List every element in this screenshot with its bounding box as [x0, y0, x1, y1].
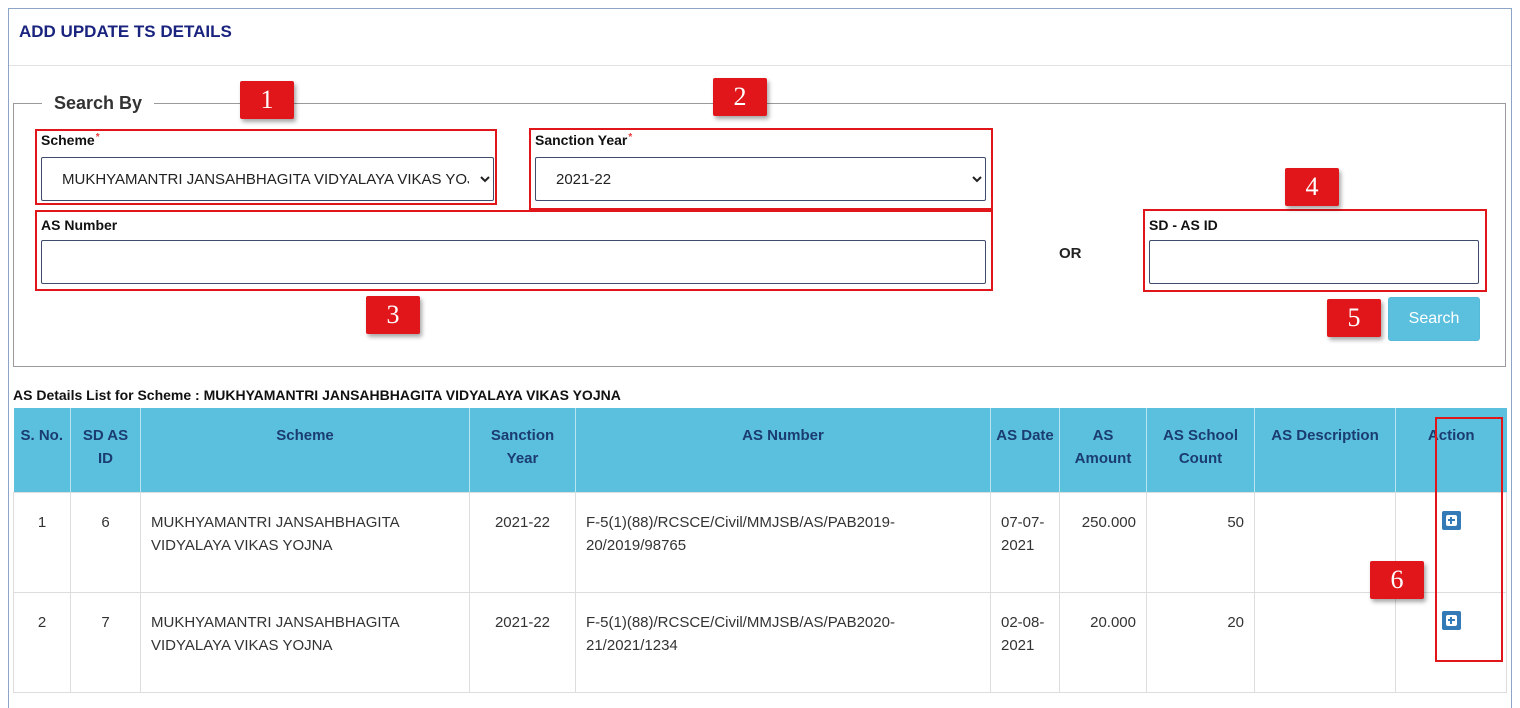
column-header-sanction-year: Sanction Year — [469, 408, 576, 492]
or-separator: OR — [1059, 245, 1082, 262]
title-divider — [9, 65, 1511, 66]
search-button[interactable]: Search — [1388, 297, 1480, 341]
column-header-as-description: AS Description — [1254, 408, 1396, 492]
table-header-row: S. No. SD AS ID Scheme Sanction Year AS … — [13, 408, 1507, 492]
cell-as-school-count: 50 — [1146, 491, 1255, 593]
cell-sd-as-id: 7 — [70, 591, 141, 693]
cell-as-amount: 20.000 — [1059, 591, 1147, 693]
cell-scheme: MUKHYAMANTRI JANSAHBHAGITA VIDYALAYA VIK… — [140, 491, 470, 593]
annotation-marker-2: 2 — [713, 78, 767, 116]
annotation-box-sd-as-id — [1143, 209, 1487, 292]
annotation-box-sanction-year — [529, 128, 993, 210]
list-title: AS Details List for Scheme : MUKHYAMANTR… — [13, 387, 621, 403]
annotation-marker-6: 6 — [1370, 561, 1424, 599]
annotation-box-as-number — [35, 210, 993, 291]
cell-sd-as-id: 6 — [70, 491, 141, 593]
column-header-as-date: AS Date — [990, 408, 1060, 492]
search-by-legend: Search By — [54, 93, 143, 113]
cell-as-description — [1254, 591, 1396, 693]
column-header-sd-as-id: SD AS ID — [70, 408, 141, 492]
cell-as-number: F-5(1)(88)/RCSCE/Civil/MMJSB/AS/PAB2020-… — [575, 591, 991, 693]
cell-as-school-count: 20 — [1146, 591, 1255, 693]
column-header-scheme: Scheme — [140, 408, 470, 492]
column-header-as-number: AS Number — [575, 408, 991, 492]
annotation-box-action — [1435, 417, 1503, 662]
annotation-marker-5: 5 — [1327, 299, 1381, 337]
annotation-marker-1: 1 — [240, 81, 294, 119]
cell-sno: 2 — [13, 591, 71, 693]
cell-as-date: 02-08-2021 — [990, 591, 1060, 693]
cell-scheme: MUKHYAMANTRI JANSAHBHAGITA VIDYALAYA VIK… — [140, 591, 470, 693]
cell-as-number: F-5(1)(88)/RCSCE/Civil/MMJSB/AS/PAB2019-… — [575, 491, 991, 593]
column-header-as-amount: AS Amount — [1059, 408, 1147, 492]
as-details-table: S. No. SD AS ID Scheme Sanction Year AS … — [13, 408, 1507, 693]
column-header-sno: S. No. — [13, 408, 71, 492]
cell-sanction-year: 2021-22 — [469, 491, 576, 593]
cell-sanction-year: 2021-22 — [469, 591, 576, 693]
annotation-box-scheme — [35, 129, 497, 205]
cell-as-date: 07-07-2021 — [990, 491, 1060, 593]
annotation-marker-3: 3 — [366, 296, 420, 334]
annotation-marker-4: 4 — [1285, 168, 1339, 206]
table-row: 2 7 MUKHYAMANTRI JANSAHBHAGITA VIDYALAYA… — [13, 591, 1507, 693]
table-row: 1 6 MUKHYAMANTRI JANSAHBHAGITA VIDYALAYA… — [13, 491, 1507, 593]
page-title: ADD UPDATE TS DETAILS — [19, 22, 232, 41]
cell-as-amount: 250.000 — [1059, 491, 1147, 593]
column-header-as-school-count: AS School Count — [1146, 408, 1255, 492]
cell-sno: 1 — [13, 491, 71, 593]
